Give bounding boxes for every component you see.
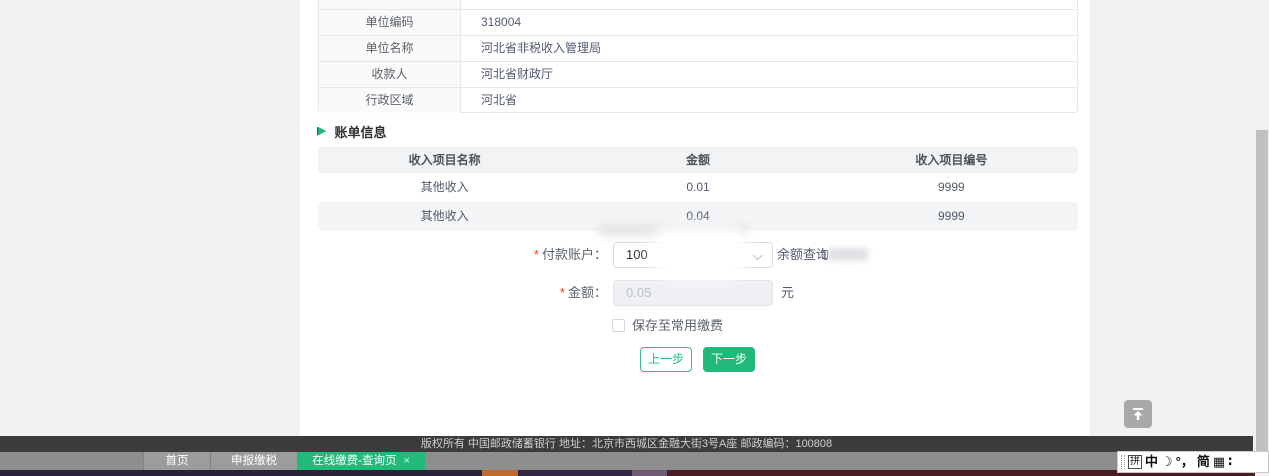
tab-home[interactable]: 首页 xyxy=(143,452,210,470)
bill-table: 收入项目名称 金额 收入项目编号 其他收入 0.01 9999 其他收入 0.0… xyxy=(318,147,1078,231)
screen: 单位编码 318004 单位名称 河北省非税收入管理局 收款人 河北省财政厅 行… xyxy=(0,0,1269,476)
table-row: 单位编码 318004 xyxy=(319,9,1077,35)
chinese-mode-toggle[interactable]: 中 xyxy=(1145,452,1158,472)
column-header: 收入项目名称 xyxy=(318,147,571,173)
scrollbar-track[interactable] xyxy=(1255,0,1269,476)
required-asterisk: * xyxy=(560,285,565,300)
pinyin-badge-icon[interactable]: 拼 xyxy=(1128,455,1142,469)
scrollbar-thumb[interactable] xyxy=(1256,130,1268,460)
info-table-partial-row xyxy=(319,0,1077,9)
info-value-cell: 河北省财政厅 xyxy=(461,62,1077,87)
arrow-to-top-icon xyxy=(1131,407,1145,421)
bill-item-name: 其他收入 xyxy=(318,202,571,231)
punctuation-mode-icon[interactable]: °， xyxy=(1176,452,1194,472)
table-row: 其他收入 0.01 9999 xyxy=(318,173,1078,202)
table-row: 单位名称 河北省非税收入管理局 xyxy=(319,35,1077,61)
info-label-cell xyxy=(319,0,461,9)
bill-section-header: ▶ 账单信息 xyxy=(318,123,386,139)
table-row: 行政区域 河北省 xyxy=(319,87,1077,113)
amount-label: *金额： xyxy=(440,280,607,306)
ime-menu-icon[interactable]: ∶ xyxy=(1228,452,1232,472)
chevron-down-icon xyxy=(753,251,763,261)
drag-handle-icon[interactable] xyxy=(1121,455,1125,469)
redaction-blur xyxy=(828,248,868,261)
info-value-cell xyxy=(461,0,1077,9)
bill-amount: 0.01 xyxy=(571,173,824,202)
info-label-cell: 行政区域 xyxy=(319,88,461,113)
bill-item-name: 其他收入 xyxy=(318,173,571,202)
column-header: 金额 xyxy=(571,147,824,173)
amount-value: 0.05 xyxy=(626,285,651,300)
save-favorite-label: 保存至常用缴费 xyxy=(632,313,723,339)
previous-step-button[interactable]: 上一步 xyxy=(640,347,692,372)
info-label-cell: 单位编码 xyxy=(319,10,461,35)
bill-item-code: 9999 xyxy=(825,202,1078,231)
simplified-mode-toggle[interactable]: 简 xyxy=(1197,452,1210,472)
bill-item-code: 9999 xyxy=(825,173,1078,202)
tab-declare-pay-tax[interactable]: 申报缴税 xyxy=(210,452,297,470)
ime-language-bar: 拼 中 ☽ °， 简 ▦ ∶ xyxy=(1117,451,1269,473)
taskbar-wallpaper-strip xyxy=(0,470,1269,476)
green-play-icon: ▶ xyxy=(318,124,326,138)
wallpaper-segment xyxy=(518,470,632,476)
section-title: 账单信息 xyxy=(334,122,386,141)
bill-table-header-row: 收入项目名称 金额 收入项目编号 xyxy=(318,147,1078,173)
info-value-cell: 河北省 xyxy=(461,88,1077,113)
tab-bar: 首页 申报缴税 在线缴费-查询页× xyxy=(0,452,1253,470)
unit-info-table: 单位编码 318004 单位名称 河北省非税收入管理局 收款人 河北省财政厅 行… xyxy=(318,0,1078,113)
fullwidth-moon-icon[interactable]: ☽ xyxy=(1161,452,1173,472)
wallpaper-segment xyxy=(0,470,482,476)
info-value-cell: 河北省非税收入管理局 xyxy=(461,36,1077,61)
table-row: 收款人 河北省财政厅 xyxy=(319,61,1077,87)
wallpaper-segment xyxy=(482,470,518,476)
amount-input[interactable]: 0.05 xyxy=(613,280,773,306)
tab-list: 首页 申报缴税 在线缴费-查询页× xyxy=(143,452,425,470)
save-favorite-checkbox[interactable] xyxy=(612,319,625,332)
payment-account-value: 100 xyxy=(626,247,648,262)
footer-bar: 版权所有 中国邮政储蓄银行 地址：北京市西城区金融大街3号A座 邮政编码：100… xyxy=(0,436,1253,452)
wallpaper-segment xyxy=(632,470,667,476)
copyright-text: 版权所有 中国邮政储蓄银行 地址：北京市西城区金融大街3号A座 邮政编码：100… xyxy=(421,438,832,450)
redaction-blur xyxy=(652,226,748,280)
info-label-cell: 收款人 xyxy=(319,62,461,87)
soft-keyboard-icon[interactable]: ▦ xyxy=(1213,452,1225,472)
info-label-cell: 单位名称 xyxy=(319,36,461,61)
back-to-top-button[interactable] xyxy=(1124,400,1152,428)
next-step-button[interactable]: 下一步 xyxy=(703,347,755,372)
payment-account-label: *付款账户： xyxy=(440,242,607,268)
column-header: 收入项目编号 xyxy=(825,147,1078,173)
info-value-cell: 318004 xyxy=(461,10,1077,35)
tab-online-payment-query[interactable]: 在线缴费-查询页× xyxy=(297,452,425,470)
close-icon[interactable]: × xyxy=(403,455,409,467)
amount-unit: 元 xyxy=(781,280,794,306)
required-asterisk: * xyxy=(534,247,539,262)
